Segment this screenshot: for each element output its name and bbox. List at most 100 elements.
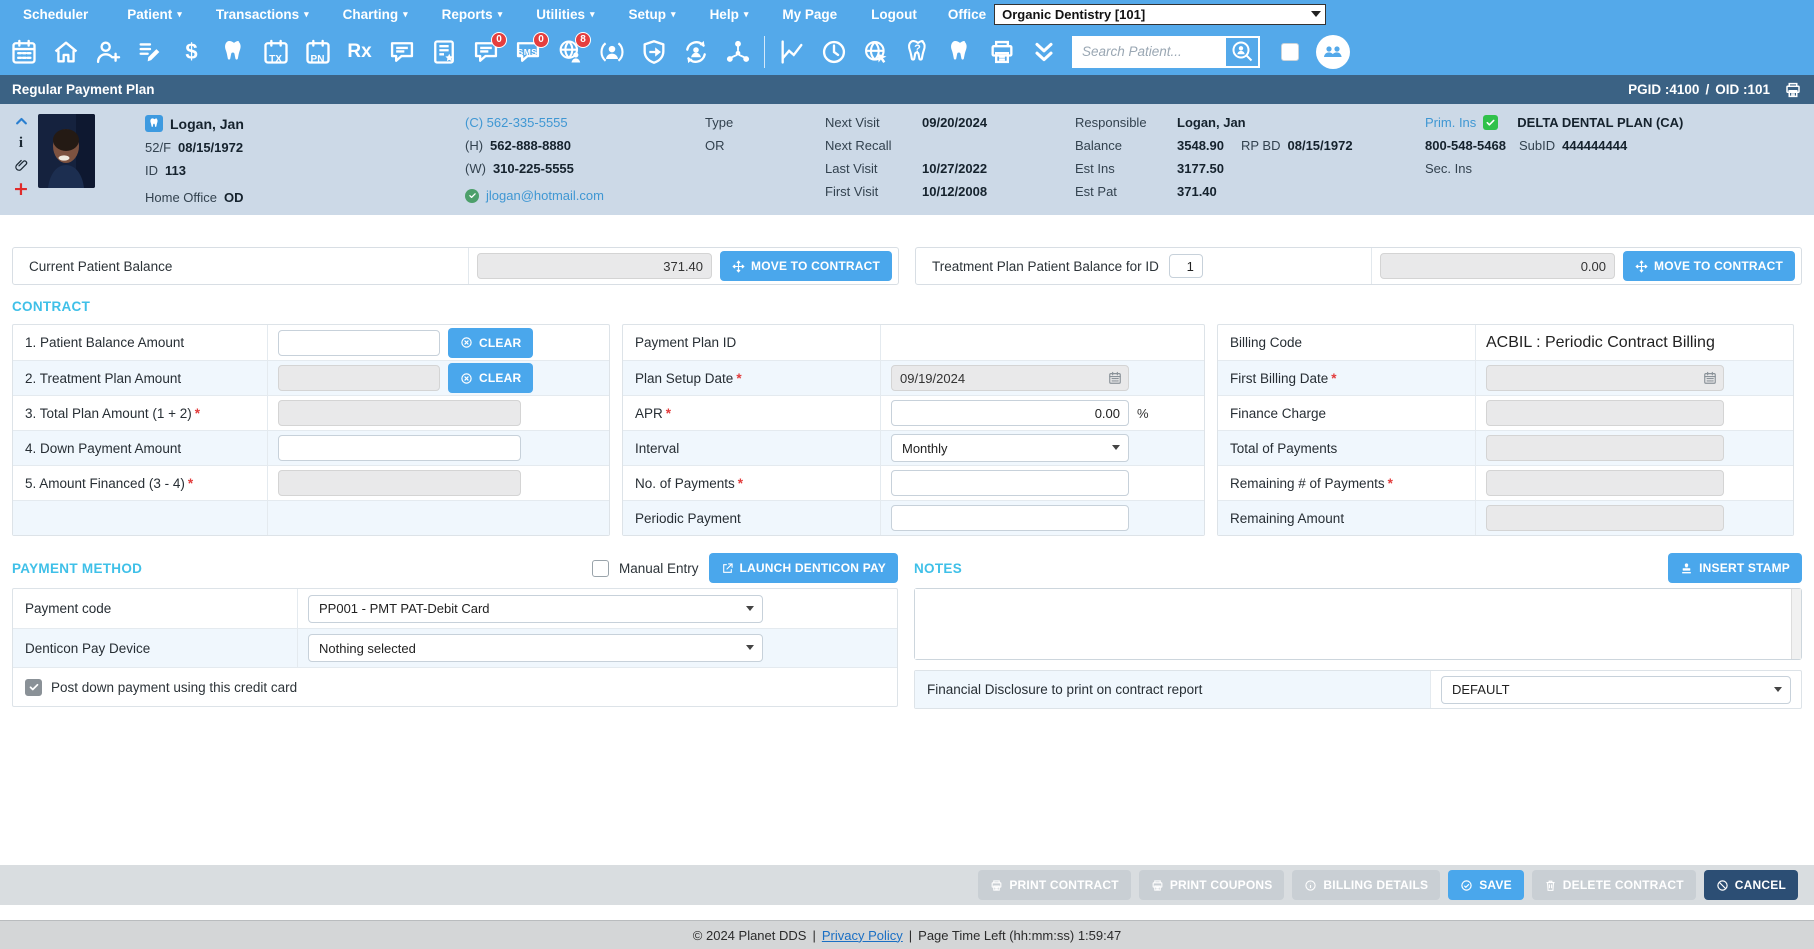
launch-denticon-pay-button[interactable]: LAUNCH DENTICON PAY <box>709 553 898 583</box>
manual-entry-checkbox[interactable] <box>592 560 609 577</box>
payments-icon[interactable]: $ <box>176 35 207 69</box>
page-footer: © 2024 Planet DDS | Privacy Policy | Pag… <box>0 920 1814 949</box>
nav-charting[interactable]: Charting▾ <box>326 7 425 22</box>
insurance-shield-icon[interactable] <box>638 35 669 69</box>
prim-ins-checkbox[interactable] <box>1483 115 1498 130</box>
progress-notes-icon[interactable]: PN <box>302 35 333 69</box>
contract-amounts-table: 1. Patient Balance Amount CLEAR 2. Treat… <box>12 324 610 536</box>
sms-icon[interactable]: SMS0 <box>512 35 543 69</box>
tp-balance-label: Treatment Plan Patient Balance for ID <box>932 259 1159 274</box>
move-tp-to-contract-button[interactable]: MOVE TO CONTRACT <box>1623 251 1795 281</box>
family-network-icon[interactable] <box>722 35 753 69</box>
manual-entry-label: Manual Entry <box>619 561 699 576</box>
medical-alert-icon[interactable]: + <box>13 180 29 199</box>
privacy-policy-link[interactable]: Privacy Policy <box>822 928 903 943</box>
time-clock-icon[interactable] <box>818 35 849 69</box>
billing-details-button: BILLING DETAILS <box>1292 870 1440 900</box>
apr-input[interactable] <box>891 400 1129 426</box>
move-current-to-contract-button[interactable]: MOVE TO CONTRACT <box>720 251 892 281</box>
apr-percent-suffix: % <box>1137 406 1149 421</box>
nav-transactions[interactable]: Transactions▾ <box>199 7 326 22</box>
interval-select[interactable]: Monthly <box>891 434 1129 462</box>
collapse-toolbar-icon[interactable] <box>1028 35 1059 69</box>
nav-setup[interactable]: Setup▾ <box>612 7 693 22</box>
amount-financed-input <box>278 470 521 496</box>
patient-globe-icon[interactable] <box>596 35 627 69</box>
cancel-button[interactable]: CANCEL <box>1704 870 1798 900</box>
subid-label: SubID <box>1519 138 1555 153</box>
remaining-payments-input <box>1486 470 1724 496</box>
edit-chart-icon[interactable] <box>134 35 165 69</box>
toolbar-checkbox[interactable] <box>1281 43 1299 61</box>
search-patient-input[interactable] <box>1072 36 1224 68</box>
est-pat-label: Est Pat <box>1075 184 1170 199</box>
next-visit-value: 09/20/2024 <box>922 115 987 130</box>
denticon-pay-device-select[interactable]: Nothing selected <box>308 634 763 662</box>
web-launch-icon[interactable] <box>860 35 891 69</box>
payment-code-select[interactable]: PP001 - PMT PAT-Debit Card <box>308 595 763 623</box>
periodic-payment-input[interactable] <box>891 505 1129 531</box>
home-office-label: Home Office <box>145 190 217 205</box>
pgid-value: PGID :4100 <box>1628 82 1699 97</box>
family-members-icon[interactable] <box>1316 35 1350 69</box>
down-payment-amount-input[interactable] <box>278 435 521 461</box>
print-page-icon[interactable] <box>1784 81 1802 99</box>
notes-icon[interactable] <box>386 35 417 69</box>
nav-utilities[interactable]: Utilities▾ <box>519 7 611 22</box>
clear-treatment-plan-button[interactable]: CLEAR <box>448 363 533 393</box>
nav-reports[interactable]: Reports▾ <box>425 7 520 22</box>
add-patient-icon[interactable] <box>92 35 123 69</box>
patient-info-icon[interactable]: i <box>19 136 23 151</box>
email-verified-icon <box>465 189 479 203</box>
nav-patient[interactable]: Patient▾ <box>110 7 199 22</box>
treatment-plan-icon[interactable]: TX <box>260 35 291 69</box>
cell-phone-link[interactable]: (C) 562-335-5555 <box>465 115 568 130</box>
notes-textarea[interactable] <box>915 589 1790 659</box>
collapse-chevron-icon[interactable] <box>14 114 29 129</box>
est-ins-value: 3177.50 <box>1177 161 1224 176</box>
tooth-chart-icon[interactable] <box>218 35 249 69</box>
next-visit-label: Next Visit <box>825 115 915 130</box>
nav-my-page[interactable]: My Page <box>765 7 854 22</box>
attachments-icon[interactable] <box>14 158 29 173</box>
home-icon[interactable] <box>50 35 81 69</box>
documents-icon[interactable] <box>428 35 459 69</box>
prescriptions-icon[interactable]: Rx <box>344 35 375 69</box>
insert-stamp-button[interactable]: INSERT STAMP <box>1668 553 1802 583</box>
billing-code-value: ACBIL : Periodic Contract Billing <box>1486 334 1715 352</box>
balance-value: 3548.90 <box>1177 138 1224 153</box>
print-coupons-button: PRINT COUPONS <box>1139 870 1285 900</box>
online-patient-icon[interactable]: 8 <box>554 35 585 69</box>
tooth-help-icon[interactable]: ? <box>902 35 933 69</box>
nav-help[interactable]: Help▾ <box>693 7 766 22</box>
current-balance-value <box>477 253 712 279</box>
save-button[interactable]: SAVE <box>1448 870 1524 900</box>
patient-photo[interactable] <box>38 114 95 188</box>
tooth-icon[interactable] <box>944 35 975 69</box>
messages-icon[interactable]: 0 <box>470 35 501 69</box>
contract-billing-table: Billing Code ACBIL : Periodic Contract B… <box>1217 324 1794 536</box>
patient-balance-amount-input[interactable] <box>278 330 440 356</box>
post-down-payment-checkbox[interactable] <box>25 679 42 696</box>
prim-ins-link[interactable]: Prim. Ins <box>1425 115 1476 130</box>
patient-sync-icon[interactable] <box>680 35 711 69</box>
home-phone-label: (H) <box>465 138 483 153</box>
nav-logout[interactable]: Logout <box>854 7 934 22</box>
no-of-payments-input[interactable] <box>891 470 1129 496</box>
patient-email-link[interactable]: jlogan@hotmail.com <box>486 188 604 203</box>
financial-disclosure-select[interactable]: DEFAULT <box>1441 676 1791 704</box>
financial-disclosure-row: Financial Disclosure to print on contrac… <box>914 670 1802 709</box>
calendar-icon[interactable] <box>8 35 39 69</box>
contract-section-title: CONTRACT <box>12 299 1802 314</box>
reports-chart-icon[interactable] <box>776 35 807 69</box>
patient-search-button[interactable] <box>1224 36 1260 68</box>
nav-scheduler[interactable]: Scheduler <box>6 7 110 22</box>
tp-id-input[interactable] <box>1169 254 1203 278</box>
office-select[interactable]: Organic Dentistry [101] <box>994 4 1326 25</box>
clear-patient-balance-button[interactable]: CLEAR <box>448 328 533 358</box>
responsible-value: Logan, Jan <box>1177 115 1246 130</box>
notes-scrollbar[interactable] <box>1791 589 1801 659</box>
copyright-text: © 2024 Planet DDS <box>693 928 807 943</box>
print-toolbar-icon[interactable] <box>986 35 1017 69</box>
patient-search-group <box>1072 36 1260 68</box>
